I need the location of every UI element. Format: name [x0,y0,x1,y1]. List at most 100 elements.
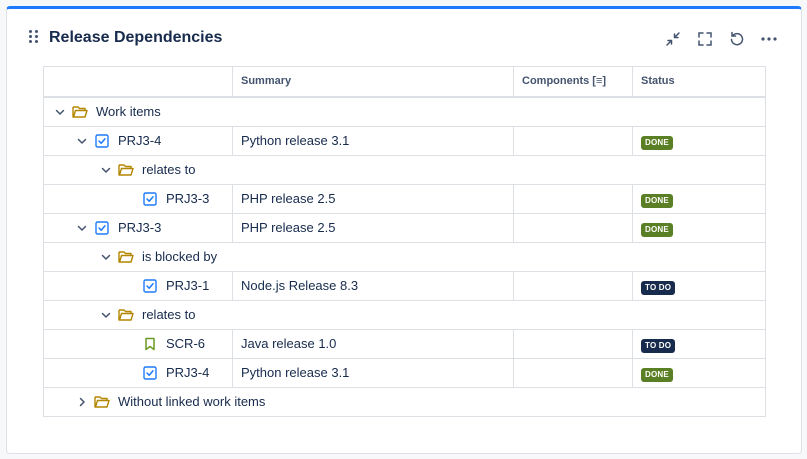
summary-cell: Java release 1.0 [232,329,514,359]
chevron-right-icon[interactable] [74,394,90,410]
table-row[interactable]: PRJ3-4 Python release 3.1 DONE [43,126,766,156]
issue-key-link[interactable]: PRJ3-3 [166,191,209,206]
status-cell: TO DO [632,329,766,359]
chevron-down-icon[interactable] [74,133,90,149]
table-row[interactable]: SCR-6 Java release 1.0 TO DO [43,329,766,359]
issue-key-link[interactable]: PRJ3-3 [118,220,161,235]
fullscreen-button[interactable] [695,29,715,49]
chevron-down-icon[interactable] [98,307,114,323]
summary-cell: Python release 3.1 [232,126,514,156]
status-column-header[interactable]: Status [632,66,766,98]
components-cell [513,126,633,156]
row-icon [118,162,134,178]
panel-title: Release Dependencies [49,29,223,46]
row-icon [118,307,134,323]
issue-key-link[interactable]: PRJ3-4 [166,365,209,380]
tree-cell: PRJ3-4 [43,126,233,156]
group-label: Work items [96,104,161,119]
issue-key-link[interactable]: PRJ3-1 [166,278,209,293]
dependency-table: Summary Components [≡] Status Work items… [43,66,766,417]
bookmark-icon [145,337,155,350]
folder-icon [118,163,134,176]
refresh-icon [730,31,744,46]
tree-cell: Without linked work items [43,387,766,417]
components-cell [513,184,633,214]
components-column-header[interactable]: Components [≡] [513,66,633,98]
status-cell: DONE [632,213,766,243]
status-badge: TO DO [641,280,676,295]
tree-column-header [43,66,233,98]
group-row[interactable]: relates to [43,155,766,185]
tree-cell: relates to [43,155,766,185]
chevron-down-icon[interactable] [98,249,114,265]
summary-cell: PHP release 2.5 [232,184,514,214]
status-cell: TO DO [632,271,766,301]
folder-icon [118,308,134,321]
drag-handle-icon[interactable] [29,30,41,46]
status-cell: DONE [632,126,766,156]
folder-icon [72,105,88,118]
table-row[interactable]: PRJ3-3 PHP release 2.5 DONE [43,184,766,214]
components-cell [513,358,633,388]
row-icon [142,336,158,352]
summary-cell: Python release 3.1 [232,358,514,388]
checkbox-icon [95,220,109,235]
issue-key-link[interactable]: PRJ3-4 [118,133,161,148]
folder-icon [118,250,134,263]
tree-cell: PRJ3-1 [43,271,233,301]
components-cell [513,213,633,243]
refresh-button[interactable] [727,29,747,49]
row-icon [94,220,110,236]
summary-cell: Node.js Release 8.3 [232,271,514,301]
tree-cell: Work items [43,96,766,127]
folder-icon [94,395,110,408]
row-icon [94,394,110,410]
checkbox-icon [143,365,157,380]
group-label: relates to [142,162,196,177]
chevron-down-icon[interactable] [98,162,114,178]
group-row[interactable]: is blocked by [43,242,766,272]
checkbox-icon [143,278,157,293]
fullscreen-icon [698,32,712,46]
chevron-down-icon[interactable] [74,220,90,236]
components-cell [513,329,633,359]
checkbox-icon [95,133,109,148]
tree-cell: PRJ3-3 [43,184,233,214]
status-badge: DONE [641,222,673,237]
table-row[interactable]: PRJ3-1 Node.js Release 8.3 TO DO [43,271,766,301]
collapse-button[interactable] [663,29,683,49]
group-row[interactable]: Without linked work items [43,387,766,417]
table-row[interactable]: PRJ3-3 PHP release 2.5 DONE [43,213,766,243]
release-dependencies-panel: Release Dependencies Summary Components … [6,6,802,454]
tree-cell: PRJ3-3 [43,213,233,243]
issue-key-link[interactable]: SCR-6 [166,336,205,351]
row-icon [72,104,88,120]
row-icon [118,249,134,265]
summary-column-header[interactable]: Summary [232,66,514,98]
panel-header: Release Dependencies [7,9,801,67]
table-header-row: Summary Components [≡] Status [43,66,766,98]
status-badge: DONE [641,135,673,150]
row-icon [142,191,158,207]
status-badge: TO DO [641,338,676,353]
group-label: relates to [142,307,196,322]
tree-cell: relates to [43,300,766,330]
components-cell [513,271,633,301]
status-cell: DONE [632,184,766,214]
status-badge: DONE [641,367,673,382]
row-icon [94,133,110,149]
more-icon [761,37,777,41]
group-row[interactable]: relates to [43,300,766,330]
group-row[interactable]: Work items [43,96,766,127]
tree-cell: PRJ3-4 [43,358,233,388]
tree-cell: SCR-6 [43,329,233,359]
status-badge: DONE [641,193,673,208]
tree-cell: is blocked by [43,242,766,272]
group-label: Without linked work items [118,394,266,409]
checkbox-icon [143,191,157,206]
more-button[interactable] [759,29,779,49]
status-cell: DONE [632,358,766,388]
chevron-down-icon[interactable] [52,104,68,120]
row-icon [142,365,158,381]
table-row[interactable]: PRJ3-4 Python release 3.1 DONE [43,358,766,388]
